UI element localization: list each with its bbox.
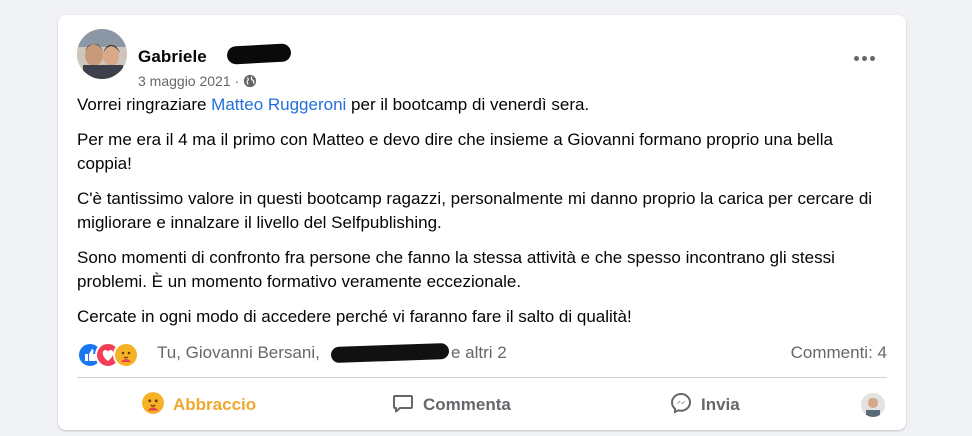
reactions-bar: Tu, Giovanni Bersani, e altri 2 Commenti… (77, 341, 887, 368)
action-bar: Abbraccio Commenta Invia (77, 386, 887, 424)
comments-count[interactable]: Commenti: 4 (791, 343, 887, 363)
care-icon (141, 391, 165, 420)
post-meta: 3 maggio 2021 · (138, 73, 257, 89)
divider (77, 377, 887, 378)
redacted-surname (226, 43, 292, 65)
care-label: Abbraccio (173, 395, 257, 414)
post-card: Gabriele 3 maggio 2021 · Vorrei ringrazi… (58, 15, 906, 430)
comment-label: Commenta (423, 395, 511, 414)
messenger-icon (669, 391, 693, 420)
post-body: Vorrei ringraziare Matteo Ruggeroni per … (77, 93, 887, 340)
reaction-others[interactable]: e altri 2 (451, 343, 507, 363)
post-date[interactable]: 3 maggio 2021 · (138, 73, 239, 89)
care-icon (113, 342, 139, 368)
post-header: Gabriele 3 maggio 2021 · (77, 29, 887, 89)
globe-icon[interactable] (243, 74, 257, 88)
author-name[interactable]: Gabriele (138, 47, 207, 67)
share-button[interactable]: Invia (669, 386, 740, 424)
paragraph-1-start: Vorrei ringraziare (77, 95, 212, 114)
paragraph-5: Cercate in ogni modo di accedere perché … (77, 307, 632, 326)
paragraph-1: Vorrei ringraziare Matteo Ruggeroni per … (77, 93, 887, 117)
ellipsis-icon[interactable] (851, 51, 877, 65)
comment-icon (391, 391, 415, 420)
profile-selector-avatar[interactable] (861, 393, 885, 417)
redacted-name (330, 342, 450, 364)
care-button[interactable]: Abbraccio (141, 386, 256, 424)
comment-button[interactable]: Commenta (391, 386, 511, 424)
share-label: Invia (701, 395, 740, 414)
reaction-names[interactable]: Tu, Giovanni Bersani, (157, 343, 320, 363)
mention-link[interactable]: Matteo Ruggeroni (211, 95, 346, 114)
reaction-icons[interactable] (77, 341, 155, 368)
paragraph-3: C'è tantissimo valore in questi bootcamp… (77, 189, 873, 232)
paragraph-1-end: per il bootcamp di venerdì sera. (346, 95, 590, 114)
author-avatar[interactable] (77, 29, 127, 79)
paragraph-4: Sono momenti di confronto fra persone ch… (77, 248, 835, 291)
avatar-photo (77, 29, 127, 79)
paragraph-2: Per me era il 4 ma il primo con Matteo e… (77, 130, 833, 173)
